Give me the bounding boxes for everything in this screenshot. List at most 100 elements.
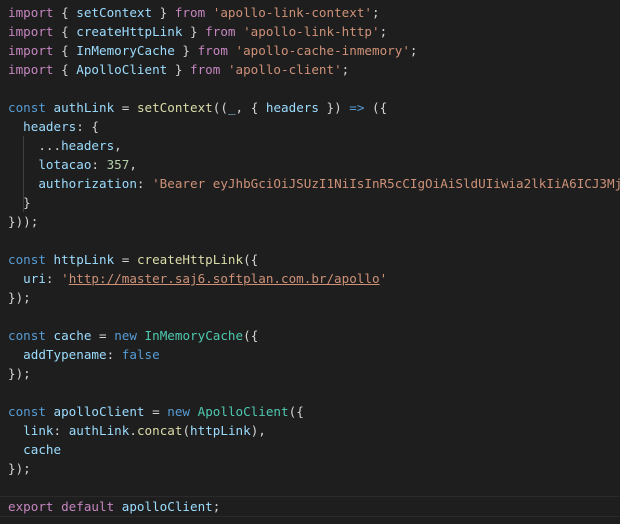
code-token: }: [182, 24, 206, 39]
code-token: createHttpLink: [76, 24, 183, 39]
code-token: _: [227, 100, 236, 115]
code-token: , {: [235, 100, 266, 115]
code-token: export: [8, 499, 54, 514]
code-token: }: [174, 43, 198, 58]
code-token: .: [129, 423, 137, 438]
code-token: InMemoryCache: [76, 43, 175, 58]
code-token: =: [114, 100, 137, 115]
code-token: });: [8, 461, 31, 476]
code-token: :: [106, 347, 122, 362]
code-token: {: [53, 24, 77, 39]
code-token: ,: [129, 157, 137, 172]
code-token: =: [144, 404, 168, 419]
code-token: from: [197, 43, 228, 58]
code-token: ...: [8, 138, 62, 153]
code-token: authorization: [38, 176, 137, 191]
code-line: const cache = new InMemoryCache({: [8, 326, 620, 345]
code-token: ({: [243, 252, 259, 267]
code-token: uri: [23, 271, 46, 286]
code-token: :: [136, 176, 153, 191]
code-line: const authLink = setContext((_, { header…: [8, 98, 620, 117]
code-token: addTypename: [23, 347, 107, 362]
code-token: setContext: [76, 5, 153, 20]
code-token: {: [53, 43, 77, 58]
code-token: {: [53, 5, 77, 20]
code-token: 'apollo-link-context': [212, 5, 372, 20]
code-token: const: [8, 328, 46, 343]
code-token: import: [8, 43, 54, 58]
code-token: cache: [23, 442, 62, 457]
code-token: false: [121, 347, 160, 362]
code-token: ((: [212, 100, 228, 115]
code-editor[interactable]: import { setContext } from 'apollo-link-…: [0, 0, 620, 524]
code-line: addTypename: false: [8, 345, 620, 364]
code-token: import: [8, 62, 54, 77]
code-token: headers: [23, 119, 77, 134]
code-token: });: [8, 290, 31, 305]
code-line: export default apolloClient;: [0, 496, 620, 517]
code-token: ({: [288, 404, 304, 419]
code-token: authLink: [68, 423, 130, 438]
code-token: headers: [61, 138, 115, 153]
code-token: 357: [106, 157, 130, 172]
code-line: import { ApolloClient } from 'apollo-cli…: [8, 60, 620, 79]
code-token: apolloClient: [53, 404, 145, 419]
code-token: ),: [250, 423, 266, 438]
code-token: link: [23, 423, 54, 438]
code-token: httpLink: [190, 423, 251, 438]
code-line: }));: [8, 212, 620, 231]
code-token: :: [91, 157, 107, 172]
indent-guide: [23, 136, 25, 155]
code-token: authLink: [53, 100, 115, 115]
code-token: =: [91, 328, 115, 343]
code-token: ApolloClient: [76, 62, 168, 77]
code-token: lotacao: [38, 157, 92, 172]
code-line: import { createHttpLink } from 'apollo-l…: [8, 22, 620, 41]
code-token: InMemoryCache: [144, 328, 244, 343]
code-token: ApolloClient: [197, 404, 289, 419]
indent-guide: [23, 174, 25, 193]
code-token: headers: [265, 100, 319, 115]
code-token: ;: [379, 24, 388, 39]
code-token: ;: [341, 62, 350, 77]
code-token: default: [61, 499, 115, 514]
code-token: const: [8, 404, 46, 419]
code-line: const httpLink = createHttpLink({: [8, 250, 620, 269]
code-text-area[interactable]: import { setContext } from 'apollo-link-…: [0, 3, 620, 517]
code-line: });: [8, 459, 620, 478]
code-token: : {: [76, 119, 99, 134]
code-token: new: [114, 328, 137, 343]
code-token: });: [8, 366, 31, 381]
code-token: {: [53, 62, 77, 77]
code-line: lotacao: 357,: [8, 155, 620, 174]
code-token: }: [167, 62, 190, 77]
code-token: }));: [8, 214, 39, 229]
code-token: ;: [372, 5, 380, 20]
code-token: 'Bearer eyJhbGciOiJSUzI1NiIsInR5cCIgOiAi…: [152, 176, 620, 191]
code-token: const: [8, 100, 46, 115]
code-token: }: [152, 5, 175, 20]
code-line: uri: 'http://master.saj6.softplan.com.br…: [8, 269, 620, 288]
code-token: ': [379, 271, 388, 286]
code-line: link: authLink.concat(httpLink),: [8, 421, 620, 440]
code-token: ,: [114, 138, 122, 153]
code-line: cache: [8, 440, 620, 459]
code-token: concat: [136, 423, 183, 438]
code-line: });: [8, 288, 620, 307]
code-line: const apolloClient = new ApolloClient({: [8, 402, 620, 421]
